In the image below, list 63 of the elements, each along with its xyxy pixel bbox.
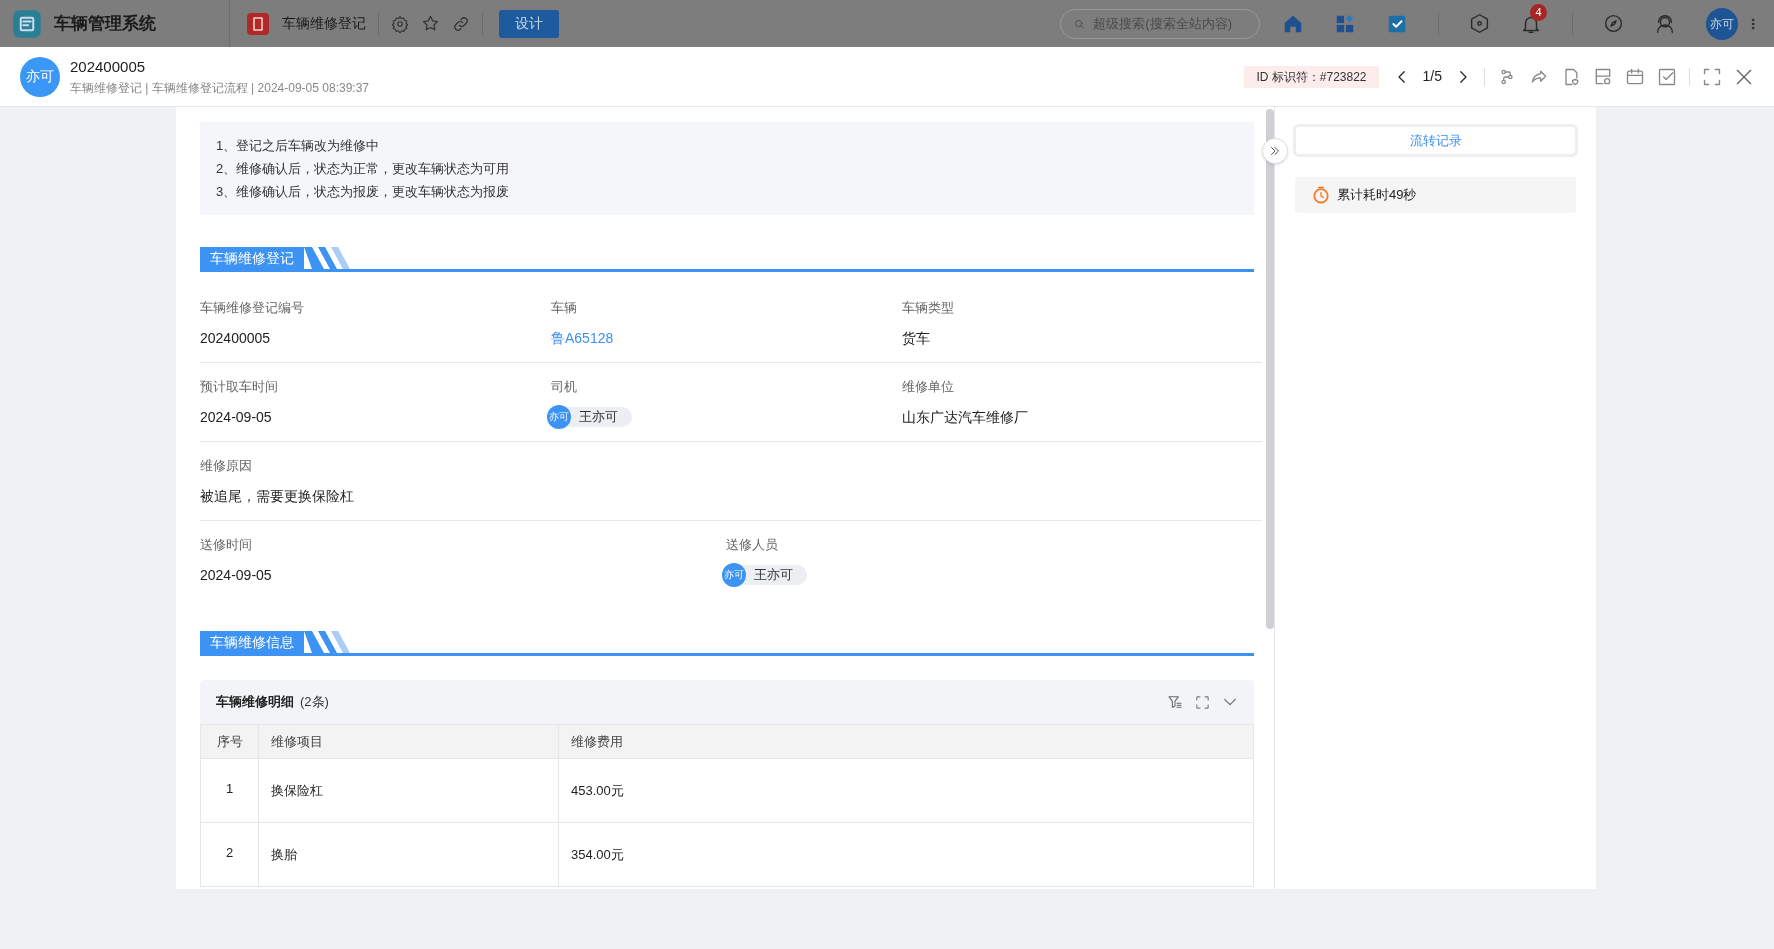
pager-text: 1/5 xyxy=(1422,67,1442,86)
flow-record-tab[interactable]: 流转记录 xyxy=(1293,124,1578,157)
user-name: 王亦可 xyxy=(579,408,618,427)
timer-icon xyxy=(1311,185,1331,205)
user-tag-avatar: 亦可 xyxy=(547,405,571,429)
table-title: 车辆维修明细 xyxy=(216,693,294,712)
settings-icon[interactable] xyxy=(391,14,409,33)
link-icon[interactable] xyxy=(452,14,470,33)
note-text: 1、登记之后车辆改为维修中 xyxy=(216,137,381,155)
table-cell: 354.00元 xyxy=(558,822,1254,887)
id-label: ID 标识符：#723822 xyxy=(1244,65,1379,88)
field-label: 送修时间 xyxy=(200,536,253,553)
column-header: 序号 xyxy=(200,724,259,759)
notification-badge: 4 xyxy=(1530,3,1547,21)
design-button[interactable]: 设计 xyxy=(499,9,559,38)
field-value: 202400005 xyxy=(200,329,272,348)
calendar-icon[interactable] xyxy=(1625,66,1645,87)
support-agent-icon[interactable] xyxy=(1654,12,1676,35)
record-title: 202400005 xyxy=(70,57,147,78)
star-icon[interactable] xyxy=(421,14,440,33)
vehicle-link[interactable]: 鲁A65128 xyxy=(551,328,902,348)
filter-icon[interactable] xyxy=(1167,694,1183,710)
document-icon xyxy=(246,11,270,36)
table-cell: 1 xyxy=(200,758,259,823)
note-text: 3、维修确认后，状态为报废，更改车辆状态为报废 xyxy=(216,183,511,201)
record-avatar: 亦可 xyxy=(20,56,60,97)
table-cell: 换胎 xyxy=(258,822,559,887)
app-logo-icon xyxy=(12,8,42,39)
field-label: 司机 xyxy=(551,378,578,395)
column-header: 维修费用 xyxy=(558,724,1254,759)
field-label: 车辆类型 xyxy=(902,299,955,316)
field-label: 预计取车时间 xyxy=(200,378,279,395)
field-value: 货车 xyxy=(902,329,931,348)
elapsed-time-text: 累计耗时49秒 xyxy=(1337,186,1417,205)
field-label: 维修单位 xyxy=(902,378,955,395)
user-tag-avatar: 亦可 xyxy=(722,563,746,587)
hexagon-icon[interactable] xyxy=(1469,13,1490,34)
fullscreen-icon[interactable] xyxy=(1702,66,1722,87)
scrollbar-thumb[interactable] xyxy=(1266,109,1274,629)
record-subtitle: 车辆维修登记 | 车辆维修登记流程 | 2024-09-05 08:39:37 xyxy=(70,79,369,97)
field-value: 2024-09-05 xyxy=(200,408,273,427)
table-count: (2条) xyxy=(300,693,329,712)
table-cell: 453.00元 xyxy=(558,758,1254,823)
field-value: 2024-09-05 xyxy=(200,566,273,585)
user-name: 王亦可 xyxy=(754,566,793,585)
page-tab[interactable]: 车辆维修登记 xyxy=(282,13,366,34)
field-label: 送修人员 xyxy=(726,536,779,553)
fullscreen-icon[interactable] xyxy=(1195,694,1210,710)
field-label: 车辆维修登记编号 xyxy=(200,299,305,316)
checkbox-icon[interactable] xyxy=(1657,66,1677,87)
double-chevron-icon xyxy=(1268,144,1282,158)
app-name: 车辆管理系统 xyxy=(54,12,156,35)
table-cell: 2 xyxy=(200,822,259,887)
field-label: 维修原因 xyxy=(200,457,253,474)
field-value: 山东广达汽车维修厂 xyxy=(902,408,1029,427)
apps-icon[interactable] xyxy=(1334,12,1356,35)
field-label: 车辆 xyxy=(551,299,578,316)
compass-icon[interactable] xyxy=(1603,13,1624,34)
column-header: 维修项目 xyxy=(258,724,559,759)
user-avatar[interactable]: 亦可 xyxy=(1706,7,1738,40)
note-text: 2、维修确认后，状态为正常，更改车辆状态为可用 xyxy=(216,160,511,178)
field-value: 被追尾，需要更换保险杠 xyxy=(200,487,355,506)
table-cell: 换保险杠 xyxy=(258,758,559,823)
